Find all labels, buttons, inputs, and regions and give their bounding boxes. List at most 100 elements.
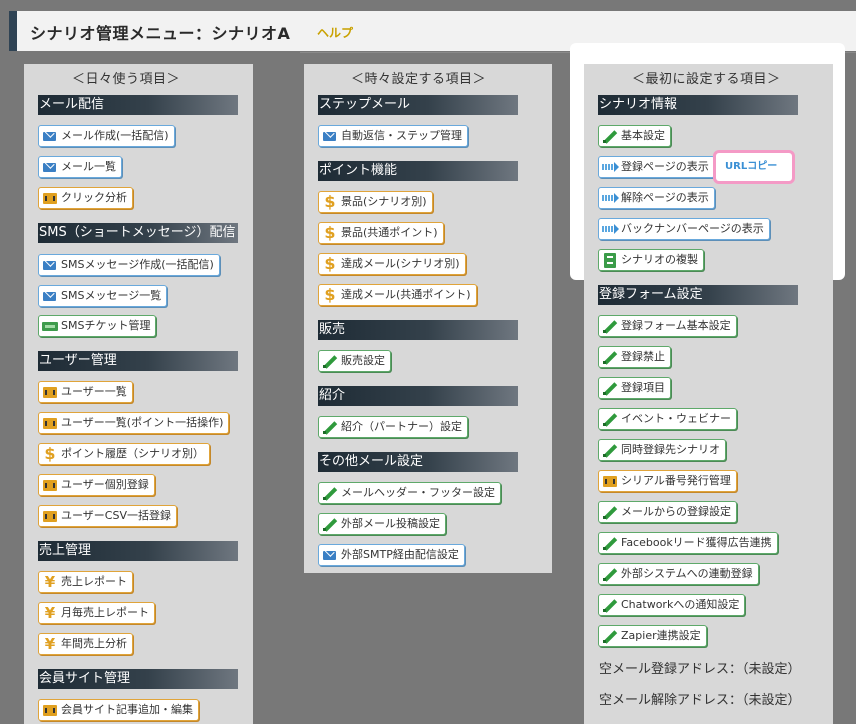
simultaneous-scenario-button[interactable]: 同時登録先シナリオ [598, 439, 726, 461]
users-icon [41, 476, 59, 494]
section-sms-delivery: SMS（ショートメッセージ）配信 [38, 223, 238, 243]
pencil-icon [601, 441, 619, 459]
section-point-feature: ポイント機能 [318, 161, 518, 181]
monthly-sales-button[interactable]: ¥ 月毎売上レポート [38, 602, 155, 624]
dollar-icon: $ [324, 285, 336, 304]
pencil-icon [601, 596, 619, 614]
chatwork-notify-button[interactable]: Chatworkへの通知設定 [598, 594, 746, 616]
help-link[interactable]: ヘルプ [317, 24, 353, 41]
pencil-icon [601, 379, 619, 397]
ticket-icon [41, 317, 59, 335]
prize-scenario-button[interactable]: $ 景品(シナリオ別) [318, 191, 433, 213]
url-copy-button[interactable]: URLコピー [713, 150, 795, 184]
basic-settings-button[interactable]: 基本設定 [598, 125, 671, 147]
mail-icon [41, 158, 59, 176]
sms-ticket-button[interactable]: SMSチケット管理 [38, 315, 157, 337]
section-member-site: 会員サイト管理 [38, 669, 238, 689]
pencil-icon [601, 410, 619, 428]
users-icon [601, 472, 619, 490]
zapier-button[interactable]: Zapier連携設定 [598, 625, 707, 647]
pencil-icon [601, 127, 619, 145]
arrow-right-icon [601, 189, 619, 207]
user-list-points-button[interactable]: ユーザー一覧(ポイント一括操作) [38, 412, 230, 434]
arrow-right-icon [601, 158, 619, 176]
users-icon [41, 414, 59, 432]
user-csv-button[interactable]: ユーザーCSV一括登録 [38, 505, 177, 527]
users-icon [41, 383, 59, 401]
section-sales: 販売 [318, 320, 518, 340]
click-analysis-button[interactable]: クリック分析 [38, 187, 133, 209]
pencil-icon [321, 484, 339, 502]
mail-icon [41, 256, 59, 274]
external-mail-post-button[interactable]: 外部メール投稿設定 [318, 513, 446, 535]
user-register-button[interactable]: ユーザー個別登録 [38, 474, 155, 496]
member-article-button[interactable]: 会員サイト記事追加・編集 [38, 699, 199, 721]
pencil-icon [601, 348, 619, 366]
yen-icon: ¥ [44, 604, 56, 622]
register-page-button[interactable]: 登録ページの表示 [598, 156, 715, 178]
register-ban-button[interactable]: 登録禁止 [598, 346, 671, 368]
pencil-icon [601, 627, 619, 645]
unsubscribe-page-button[interactable]: 解除ページの表示 [598, 187, 715, 209]
section-step-mail: ステップメール [318, 95, 518, 115]
sales-report-button[interactable]: ¥ 売上レポート [38, 571, 133, 593]
annual-sales-button[interactable]: ¥ 年間売上分析 [38, 633, 133, 655]
serial-number-button[interactable]: シリアル番号発行管理 [598, 470, 737, 492]
section-user-management: ユーザー管理 [38, 351, 238, 371]
event-webinar-button[interactable]: イベント・ウェビナー [598, 408, 737, 430]
mail-list-button[interactable]: メール一覧 [38, 156, 122, 178]
pencil-icon [321, 515, 339, 533]
pencil-icon [601, 565, 619, 583]
pencil-icon [321, 418, 339, 436]
sales-settings-button[interactable]: 販売設定 [318, 350, 391, 372]
external-smtp-button[interactable]: 外部SMTP経由配信設定 [318, 544, 465, 566]
dollar-icon: $ [44, 444, 56, 463]
partner-settings-button[interactable]: 紹介（パートナー）設定 [318, 416, 468, 438]
occasional-column-heading: ＜時々設定する項目＞ [351, 72, 487, 87]
achievement-common-button[interactable]: $ 達成メール(共通ポイント) [318, 284, 477, 306]
mail-header-footer-button[interactable]: メールヘッダー・フッター設定 [318, 482, 501, 504]
section-scenario-info: シナリオ情報 [598, 95, 798, 115]
user-list-button[interactable]: ユーザー一覧 [38, 381, 133, 403]
section-register-form: 登録フォーム設定 [598, 285, 798, 305]
dollar-icon: $ [324, 254, 336, 273]
chart-icon [41, 189, 59, 207]
sms-create-button[interactable]: SMSメッセージ作成(一括配信) [38, 254, 220, 276]
mail-create-button[interactable]: メール作成(一括配信) [38, 125, 175, 147]
pencil-icon [601, 534, 619, 552]
pencil-icon [321, 352, 339, 370]
auto-reply-button[interactable]: 自動返信・ステップ管理 [318, 125, 468, 147]
mail-icon [321, 546, 339, 564]
external-system-button[interactable]: 外部システムへの連動登録 [598, 563, 759, 585]
users-icon [41, 507, 59, 525]
section-mail-delivery: メール配信 [38, 95, 238, 115]
pencil-icon [601, 317, 619, 335]
facebook-lead-button[interactable]: Facebookリード獲得広告連携 [598, 532, 778, 554]
users-icon [41, 701, 59, 719]
section-sales-management: 売上管理 [38, 541, 238, 561]
section-other-mail: その他メール設定 [318, 452, 518, 472]
page-title: シナリオ管理メニュー：シナリオA [30, 24, 291, 43]
dollar-icon: $ [324, 192, 336, 211]
copy-icon [601, 251, 619, 269]
mail-icon [321, 127, 339, 145]
yen-icon: ¥ [44, 573, 56, 591]
register-fields-button[interactable]: 登録項目 [598, 377, 671, 399]
section-referral: 紹介 [318, 386, 518, 406]
empty-mail-unsubscribe-address: 空メール解除アドレス：（未設定） [599, 693, 801, 708]
dollar-icon: $ [324, 223, 336, 242]
achievement-scenario-button[interactable]: $ 達成メール(シナリオ別) [318, 253, 466, 275]
scenario-copy-button[interactable]: シナリオの複製 [598, 249, 704, 271]
initial-column-heading: ＜最初に設定する項目＞ [632, 72, 781, 87]
sms-list-button[interactable]: SMSメッセージ一覧 [38, 285, 168, 307]
form-basic-button[interactable]: 登録フォーム基本設定 [598, 315, 737, 337]
mail-icon [41, 287, 59, 305]
pencil-icon [601, 503, 619, 521]
backnumber-page-button[interactable]: バックナンバーページの表示 [598, 218, 770, 240]
point-history-button[interactable]: $ ポイント履歴（シナリオ別） [38, 443, 210, 465]
prize-common-button[interactable]: $ 景品(共通ポイント) [318, 222, 444, 244]
arrow-right-icon [601, 220, 619, 238]
mail-icon [41, 127, 59, 145]
yen-icon: ¥ [44, 635, 56, 653]
mail-register-settings-button[interactable]: メールからの登録設定 [598, 501, 737, 523]
